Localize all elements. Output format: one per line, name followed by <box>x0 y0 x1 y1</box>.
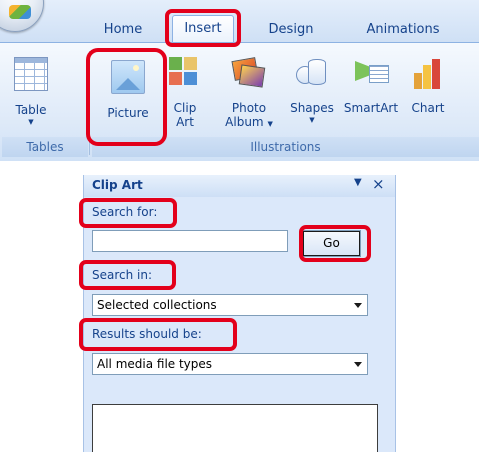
clip-art-label-line1: Clip <box>173 101 197 115</box>
results-list[interactable] <box>92 404 378 452</box>
ribbon-tab-bar: Home Insert Design Animations <box>0 0 479 43</box>
ribbon: Home Insert Design Animations Table ▼ Pi… <box>0 0 479 161</box>
go-button[interactable]: Go <box>302 230 361 257</box>
tab-insert[interactable]: Insert <box>172 15 234 43</box>
photo-album-label-text: Album <box>225 115 264 129</box>
group-separator <box>89 51 90 155</box>
chart-icon <box>412 57 444 89</box>
chevron-down-icon[interactable] <box>349 295 367 315</box>
pane-header: Clip Art ▼ × <box>84 175 395 197</box>
search-in-select[interactable]: Selected collections <box>92 294 368 316</box>
close-icon[interactable]: × <box>372 175 385 193</box>
smartart-icon <box>355 57 389 89</box>
ribbon-body: Table ▼ Picture Clip Art Photo Album ▼ S… <box>0 42 479 161</box>
chart-button[interactable]: Chart <box>408 57 448 115</box>
picture-icon <box>111 60 145 94</box>
photo-album-dropdown-arrow-icon: ▼ <box>267 120 273 128</box>
table-button[interactable]: Table ▼ <box>6 57 56 127</box>
results-type-value: All media file types <box>97 357 213 371</box>
search-in-value: Selected collections <box>97 298 217 312</box>
office-button[interactable] <box>0 0 44 32</box>
clip-art-button[interactable]: Clip Art <box>168 57 202 129</box>
office-logo-icon <box>9 5 31 19</box>
clip-art-label-line2: Art <box>176 115 194 129</box>
table-button-label: Table <box>15 103 47 117</box>
search-in-label: Search in: <box>92 268 153 282</box>
tab-animations[interactable]: Animations <box>347 17 459 42</box>
results-type-select[interactable]: All media file types <box>92 353 368 375</box>
table-dropdown-arrow-icon: ▼ <box>28 118 34 126</box>
chart-button-label: Chart <box>411 101 445 115</box>
results-should-be-label: Results should be: <box>92 327 202 341</box>
pane-title: Clip Art <box>92 178 143 192</box>
search-for-label: Search for: <box>92 205 158 219</box>
picture-button[interactable]: Picture <box>98 57 158 120</box>
tab-home[interactable]: Home <box>96 17 150 42</box>
photo-album-icon <box>231 57 266 89</box>
clip-art-task-pane: Clip Art ▼ × Search for: Go Search in: S… <box>83 175 396 452</box>
photo-album-button[interactable]: Photo Album ▼ <box>222 57 276 131</box>
shapes-button[interactable]: Shapes ▼ <box>286 57 338 125</box>
search-input[interactable] <box>92 230 288 252</box>
photo-album-label-line2: Album ▼ <box>222 115 276 131</box>
smartart-button-label: SmartArt <box>343 101 399 115</box>
shapes-button-label: Shapes <box>290 101 334 115</box>
picture-button-label: Picture <box>107 106 149 120</box>
group-label-tables: Tables <box>2 137 88 157</box>
shapes-icon <box>296 57 328 89</box>
photo-album-label-line1: Photo <box>231 101 267 115</box>
chevron-down-icon[interactable] <box>349 354 367 374</box>
pane-options-dropdown-icon[interactable]: ▼ <box>354 177 362 188</box>
table-icon <box>14 57 48 91</box>
tab-design[interactable]: Design <box>256 17 326 42</box>
group-label-illustrations: Illustrations <box>92 137 479 157</box>
clip-art-icon <box>169 57 201 89</box>
shapes-dropdown-arrow-icon: ▼ <box>309 116 315 124</box>
smartart-button[interactable]: SmartArt <box>340 57 402 115</box>
